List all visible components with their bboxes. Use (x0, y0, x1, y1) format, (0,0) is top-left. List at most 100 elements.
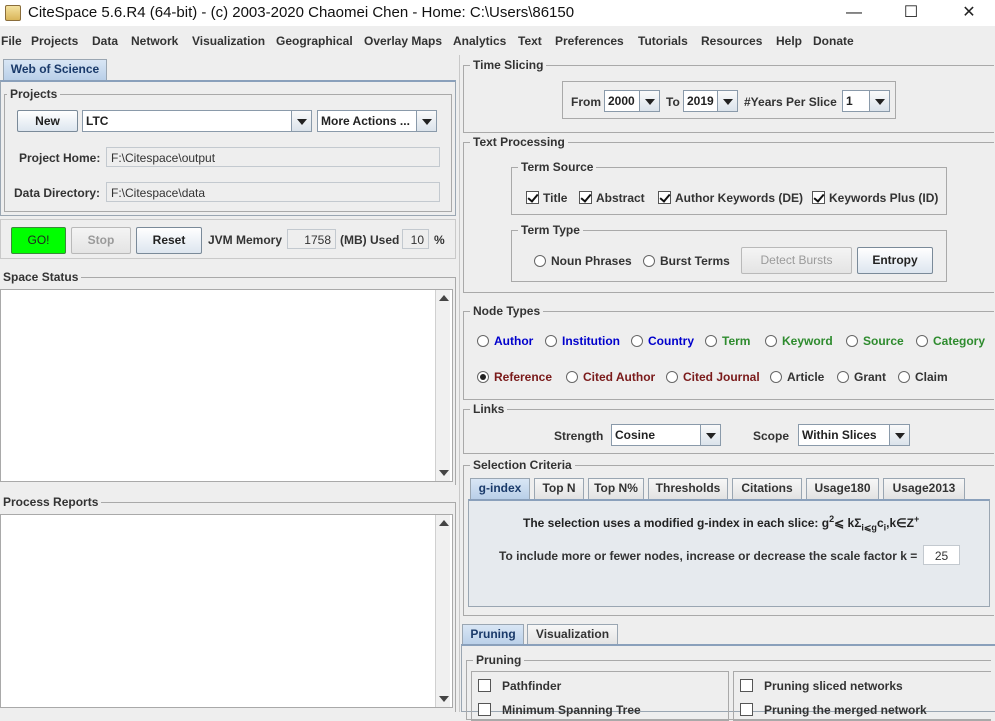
title-bar: CiteSpace 5.6.R4 (64-bit) - (c) 2003-202… (0, 0, 995, 26)
to-year-select[interactable]: 2019 (683, 90, 738, 112)
article-radio[interactable] (770, 371, 782, 383)
jvm-memory-label: JVM Memory (208, 233, 283, 247)
project-home-field[interactable]: F:\Citespace\output (106, 147, 440, 167)
process-reports-textarea[interactable] (0, 514, 453, 708)
selection-criteria-group: Selection Criteria g-index Top N Top N% … (463, 458, 994, 616)
from-label: From (571, 95, 601, 109)
tab-web-of-science[interactable]: Web of Science (3, 59, 107, 80)
menu-tutorials[interactable]: Tutorials (638, 34, 688, 48)
menu-bar: File Projects Data Network Visualization… (0, 30, 995, 52)
term-type-group: Term Type Noun Phrases Burst Terms Detec… (511, 223, 947, 282)
go-button[interactable]: GO! (11, 227, 66, 254)
claim-label: Claim (915, 370, 948, 384)
data-directory-field[interactable]: F:\Citespace\data (106, 182, 440, 202)
project-home-label: Project Home: (19, 151, 101, 165)
tab-usage180[interactable]: Usage180 (806, 478, 879, 499)
author-keywords-checkbox[interactable] (658, 191, 671, 204)
menu-resources[interactable]: Resources (701, 34, 762, 48)
scroll-down-icon[interactable] (438, 693, 450, 705)
formula-g: g (821, 516, 830, 530)
new-project-button[interactable]: New (17, 110, 78, 132)
scale-factor-k-input[interactable]: 25 (923, 545, 960, 565)
strength-select[interactable]: Cosine (611, 424, 721, 446)
author-radio[interactable] (477, 335, 489, 347)
term-radio[interactable] (705, 335, 717, 347)
pruning-sliced-checkbox[interactable] (740, 679, 753, 692)
text-processing-title: Text Processing (470, 135, 568, 149)
keyword-radio[interactable] (765, 335, 777, 347)
reset-button[interactable]: Reset (136, 227, 202, 254)
time-slicing-title: Time Slicing (470, 58, 547, 72)
menu-network[interactable]: Network (131, 34, 178, 48)
scroll-down-icon[interactable] (438, 467, 450, 479)
close-button[interactable]: ✕ (946, 0, 992, 26)
pruning-merged-checkbox[interactable] (740, 703, 753, 716)
memory-used-percent: 10 (402, 229, 429, 249)
menu-file[interactable]: File (1, 34, 22, 48)
pruning-merged-label: Pruning the merged network (764, 703, 927, 717)
scroll-up-icon[interactable] (438, 517, 450, 529)
g-index-description: The selection uses a modified g-index in… (523, 514, 919, 533)
menu-donate[interactable]: Donate (813, 34, 854, 48)
cited-journal-radio[interactable] (666, 371, 678, 383)
menu-geographical[interactable]: Geographical (276, 34, 353, 48)
country-radio[interactable] (631, 335, 643, 347)
space-status-scrollbar[interactable] (435, 290, 450, 481)
formula-c: c (876, 516, 884, 530)
mb-used-label: (MB) Used (340, 233, 400, 247)
category-radio[interactable] (916, 335, 928, 347)
more-actions-select[interactable]: More Actions ... (317, 110, 437, 132)
title-checkbox[interactable] (526, 191, 539, 204)
scope-select[interactable]: Within Slices (798, 424, 910, 446)
tab-usage2013[interactable]: Usage2013 (883, 478, 965, 499)
menu-overlay-maps[interactable]: Overlay Maps (364, 34, 442, 48)
menu-help[interactable]: Help (776, 34, 802, 48)
mst-checkbox[interactable] (478, 703, 491, 716)
chevron-down-icon (869, 91, 889, 111)
menu-analytics[interactable]: Analytics (453, 34, 506, 48)
tab-visualization[interactable]: Visualization (527, 624, 618, 645)
split-divider[interactable] (459, 55, 460, 712)
tab-g-index[interactable]: g-index (470, 478, 530, 499)
from-year-select[interactable]: 2000 (604, 90, 660, 112)
keywords-plus-checkbox[interactable] (812, 191, 825, 204)
reference-radio[interactable] (477, 371, 489, 383)
pathfinder-checkbox[interactable] (478, 679, 491, 692)
noun-phrases-radio[interactable] (534, 255, 546, 267)
claim-radio[interactable] (898, 371, 910, 383)
source-radio[interactable] (846, 335, 858, 347)
menu-projects[interactable]: Projects (31, 34, 78, 48)
tab-thresholds[interactable]: Thresholds (648, 478, 728, 499)
minimize-button[interactable]: — (831, 0, 877, 26)
years-per-slice-select[interactable]: 1 (842, 90, 890, 112)
menu-preferences[interactable]: Preferences (555, 34, 624, 48)
chevron-down-icon (700, 425, 720, 445)
tab-citations[interactable]: Citations (732, 478, 802, 499)
stop-button[interactable]: Stop (71, 227, 131, 254)
menu-text[interactable]: Text (518, 34, 542, 48)
tab-top-n[interactable]: Top N (534, 478, 584, 499)
burst-terms-radio[interactable] (643, 255, 655, 267)
left-panel: Web of Science Projects New LTC More Act… (0, 55, 457, 712)
detect-bursts-button[interactable]: Detect Bursts (741, 247, 852, 274)
noun-phrases-label: Noun Phrases (551, 254, 632, 268)
space-status-textarea[interactable] (0, 289, 453, 482)
entropy-button[interactable]: Entropy (857, 247, 933, 274)
space-status-group: Space Status (0, 270, 456, 485)
project-select[interactable]: LTC (82, 110, 312, 132)
process-reports-group: Process Reports (0, 495, 456, 712)
scroll-up-icon[interactable] (438, 292, 450, 304)
cited-author-label: Cited Author (583, 370, 656, 384)
abstract-checkbox[interactable] (579, 191, 592, 204)
maximize-button[interactable]: ☐ (888, 0, 934, 26)
institution-radio[interactable] (545, 335, 557, 347)
menu-data[interactable]: Data (92, 34, 118, 48)
process-reports-scrollbar[interactable] (435, 515, 450, 707)
grant-radio[interactable] (837, 371, 849, 383)
years-per-slice-value: 1 (846, 94, 853, 108)
tab-pruning[interactable]: Pruning (462, 624, 524, 645)
scope-label: Scope (753, 429, 790, 443)
cited-author-radio[interactable] (566, 371, 578, 383)
tab-top-n-percent[interactable]: Top N% (588, 478, 644, 499)
menu-visualization[interactable]: Visualization (192, 34, 265, 48)
